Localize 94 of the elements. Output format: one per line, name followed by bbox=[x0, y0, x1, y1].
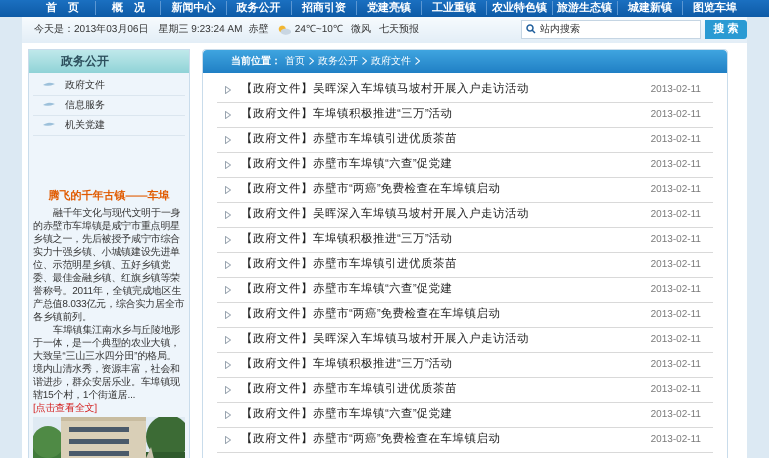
arrow-icon bbox=[225, 336, 231, 344]
feature-title: 腾飞的千年古镇——车埠 bbox=[48, 188, 170, 204]
article-link[interactable]: 【政府文件】赤壁市车埠镇“六查”促党建 bbox=[241, 156, 641, 174]
arrow-icon bbox=[225, 110, 231, 118]
article-row[interactable]: 【政府文件】吴晖深入车埠镇马坡村开展入户走访活动 2013-02-11 bbox=[217, 328, 713, 352]
article-date: 2013-02-11 bbox=[650, 83, 701, 97]
article-row[interactable]: 【政府文件】吴晖深入车埠镇马坡村开展入户走访活动 2013-02-11 bbox=[217, 78, 713, 102]
article-link[interactable]: 【政府文件】吴晖深入车埠镇马坡村开展入户走访活动 bbox=[241, 330, 641, 348]
article-row[interactable]: 【政府文件】赤壁市车埠镇“六查”促党建 2013-02-11 bbox=[217, 152, 713, 178]
article-link[interactable]: 【政府文件】吴晖深入车埠镇马坡村开展入户走访活动 bbox=[241, 80, 641, 98]
chevron-icon bbox=[415, 57, 420, 65]
article-date: 2013-02-11 bbox=[650, 158, 701, 172]
wind-text: 微风 bbox=[350, 23, 371, 37]
article-row[interactable]: 【政府文件】车埠镇积极推进“三万”活动 2013-02-11 bbox=[217, 102, 713, 128]
article-link[interactable]: 【政府文件】吴晖深入车埠镇马坡村开展入户走访活动 bbox=[241, 206, 641, 224]
article-date: 2013-02-11 bbox=[650, 383, 701, 397]
date-text: 今天是：2013年03月06日 星期三 9:23:24 AM bbox=[34, 22, 244, 37]
article-date: 2013-02-11 bbox=[650, 283, 701, 297]
nav-link[interactable]: 招商引资 bbox=[292, 0, 356, 16]
chevron-icon bbox=[309, 57, 314, 65]
article-date: 2013-02-11 bbox=[650, 208, 701, 222]
arrow-icon bbox=[225, 360, 231, 368]
article-date: 2013-02-11 bbox=[650, 233, 701, 247]
article-row[interactable]: 【政府文件】赤壁市“两癌”免费检查在车埠镇启动 2013-02-11 bbox=[217, 428, 713, 452]
article-date: 2013-02-11 bbox=[650, 108, 701, 122]
bullet-icon bbox=[43, 82, 55, 88]
article-row[interactable]: 【政府文件】赤壁市车埠镇引进优质茶苗 2013-02-11 bbox=[217, 378, 713, 402]
article-row[interactable]: 【政府文件】赤壁市车埠镇引进优质茶苗 2013-02-11 bbox=[217, 252, 713, 278]
nav-link[interactable]: 首 页 bbox=[30, 0, 96, 16]
article-row[interactable]: 【政府文件】车埠镇积极推进“三万”活动 2013-02-11 bbox=[217, 352, 713, 378]
feature-paragraph: 融千年文化与现代文明于一身的赤壁市车埠镇是咸宁市重点明星乡镇之一，先后被授予咸宁市综合实力十强乡镇、小城镇建设先进单位、示范明星乡镇、五好乡镇党委、最佳金融乡镇、红旗乡镇等荣誉称号。2011年，全镇完成地区生产总值8.033亿元，综合实力居全市各乡镇前列。 bbox=[33, 207, 185, 324]
article-date: 2013-02-11 bbox=[650, 183, 701, 197]
arrow-icon bbox=[225, 186, 231, 194]
sidebar-title: 政务公开 bbox=[61, 53, 109, 70]
article-date: 2013-02-11 bbox=[650, 358, 701, 372]
arrow-icon bbox=[225, 236, 231, 244]
arrow-icon bbox=[225, 386, 231, 394]
bullet-icon bbox=[43, 102, 55, 108]
article-link[interactable]: 【政府文件】赤壁市“两癌”免费检查在车埠镇启动 bbox=[241, 180, 641, 198]
breadcrumb-label: 当前位置： bbox=[231, 54, 281, 68]
article-row[interactable]: 【政府文件】赤壁市“两癌”免费检查在车埠镇启动 2013-02-11 bbox=[217, 178, 713, 202]
arrow-icon bbox=[225, 160, 231, 168]
article-link[interactable]: 【政府文件】车埠镇积极推进“三万”活动 bbox=[241, 230, 641, 248]
arrow-icon bbox=[225, 310, 231, 318]
article-row[interactable]: 【政府文件】赤壁市车埠镇引进优质茶苗 2013-02-11 bbox=[217, 128, 713, 152]
arrow-icon bbox=[225, 436, 231, 444]
article-link[interactable]: 【政府文件】赤壁市“两癌”免费检查在车埠镇启动 bbox=[241, 306, 641, 324]
nav-link[interactable]: 城建新镇 bbox=[618, 0, 682, 16]
nav-link[interactable]: 党建亮镇 bbox=[356, 0, 422, 16]
arrow-icon bbox=[225, 136, 231, 144]
search-field[interactable]: 站内搜索 bbox=[520, 20, 701, 39]
bullet-icon bbox=[43, 122, 55, 128]
article-link[interactable]: 【政府文件】赤壁市“两癌”免费检查在车埠镇启动 bbox=[241, 430, 641, 448]
arrow-icon bbox=[225, 86, 231, 94]
temperature-text: 24℃~10℃ bbox=[294, 23, 343, 37]
article-date: 2013-02-11 bbox=[650, 408, 701, 422]
nav-link[interactable]: 图览车埠 bbox=[682, 0, 748, 16]
article-date: 2013-02-11 bbox=[650, 133, 701, 147]
arrow-icon bbox=[225, 210, 231, 218]
article-link[interactable]: 【政府文件】赤壁市车埠镇引进优质茶苗 bbox=[241, 130, 641, 148]
article-link[interactable]: 【政府文件】车埠镇积极推进“三万”活动 bbox=[241, 106, 641, 124]
article-link[interactable]: 【政府文件】赤壁市车埠镇“六查”促党建 bbox=[241, 280, 641, 298]
nav-link[interactable]: 政务公开 bbox=[226, 0, 291, 16]
read-more-link[interactable]: [点击查看全文] bbox=[33, 403, 97, 414]
nav-link[interactable]: 农业特色镇 bbox=[487, 0, 552, 16]
article-date: 2013-02-11 bbox=[650, 333, 701, 347]
article-link[interactable]: 【政府文件】赤壁市车埠镇引进优质茶苗 bbox=[241, 380, 641, 398]
arrow-icon bbox=[225, 286, 231, 294]
article-date: 2013-02-11 bbox=[650, 308, 701, 322]
search-icon bbox=[526, 24, 536, 34]
forecast-link[interactable]: 七天预报 bbox=[378, 22, 419, 37]
article-link[interactable]: 【政府文件】赤壁市车埠镇“六查”促党建 bbox=[241, 406, 641, 424]
sidebar-item[interactable]: 信息服务 bbox=[33, 96, 185, 116]
arrow-icon bbox=[225, 410, 231, 418]
article-date: 2013-02-11 bbox=[650, 258, 701, 272]
sidebar-item[interactable]: 机关党建 bbox=[33, 116, 185, 136]
nav-link[interactable]: 工业重镇 bbox=[422, 0, 486, 16]
article-row[interactable]: 【政府文件】赤壁市车埠镇“六查”促党建 2013-02-11 bbox=[217, 278, 713, 302]
city-text: 赤壁 bbox=[248, 22, 269, 37]
nav-link[interactable]: 旅游生态镇 bbox=[552, 0, 617, 16]
article-link[interactable]: 【政府文件】赤壁市车埠镇引进优质茶苗 bbox=[241, 256, 641, 274]
nav-link[interactable]: 新闻中心 bbox=[161, 0, 226, 16]
article-row[interactable]: 【政府文件】赤壁市车埠镇“六查”促党建 2013-02-11 bbox=[217, 402, 713, 428]
sidebar-item[interactable]: 政府文件 bbox=[33, 76, 185, 96]
article-row[interactable]: 【政府文件】赤壁市“两癌”免费检查在车埠镇启动 2013-02-11 bbox=[217, 302, 713, 328]
article-date: 2013-02-11 bbox=[650, 433, 701, 447]
article-row[interactable]: 【政府文件】车埠镇积极推进“三万”活动 2013-02-11 bbox=[217, 228, 713, 252]
feature-paragraph: 车埠镇集江南水乡与丘陵地形于一体，是一个典型的农业大镇，大致呈“三山三水四分田”的格局。境内山清水秀，资源丰富，社会和谐进步，群众安居乐业。车埠镇现辖15个村，1个街道居... [点击查看全文] bbox=[33, 324, 182, 415]
nav-link[interactable]: 概 况 bbox=[96, 0, 160, 16]
article-link[interactable]: 【政府文件】车埠镇积极推进“三万”活动 bbox=[241, 356, 641, 374]
chevron-icon bbox=[362, 57, 367, 65]
article-row[interactable]: 【政府文件】吴晖深入车埠镇马坡村开展入户走访活动 2013-02-11 bbox=[217, 202, 713, 228]
cloud-sun-icon bbox=[276, 24, 291, 36]
arrow-icon bbox=[225, 260, 231, 268]
